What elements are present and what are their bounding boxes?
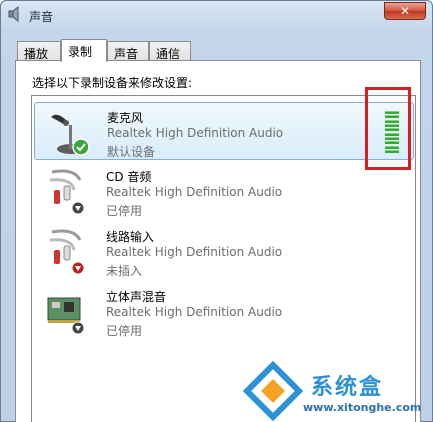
- speaker-icon: [8, 6, 19, 22]
- tab-playback[interactable]: 播放: [17, 41, 61, 61]
- title-bar[interactable]: 声音 ✕: [1, 1, 432, 29]
- close-button[interactable]: ✕: [384, 2, 426, 20]
- device-item-microphone[interactable]: 麦克风 Realtek High Definition Audio 默认设备: [34, 102, 414, 160]
- window-title: 声音: [29, 10, 54, 24]
- device-item-cd-audio[interactable]: CD 音频 Realtek High Definition Audio 已停用: [34, 162, 414, 220]
- device-name: CD 音频: [106, 170, 152, 184]
- device-item-stereo-mix[interactable]: 立体声混音 Realtek High Definition Audio 已停用: [34, 282, 414, 340]
- device-item-line-in[interactable]: 线路输入 Realtek High Definition Audio 未插入: [34, 222, 414, 280]
- level-meter-highlight: [365, 87, 411, 170]
- watermark: 系统盒 www.xitonghe.com: [241, 361, 431, 421]
- watermark-url: www.xitonghe.com: [303, 401, 422, 414]
- device-status: 已停用: [106, 324, 143, 338]
- device-driver: Realtek High Definition Audio: [106, 185, 283, 199]
- device-name: 立体声混音: [106, 290, 167, 304]
- tab-sounds[interactable]: 声音: [107, 41, 149, 61]
- device-status: 已停用: [106, 204, 143, 218]
- microphone-icon: [51, 114, 90, 156]
- audio-cable-icon: [49, 229, 85, 275]
- device-name: 线路输入: [106, 230, 155, 244]
- site-logo-icon: [243, 361, 303, 421]
- tab-recording[interactable]: 录制: [61, 39, 107, 62]
- sound-dialog: 声音 ✕ 播放 录制 声音 通信 选择以下录制设备来修改设置: 麦克风 Real…: [0, 0, 433, 422]
- audio-cable-icon: [49, 169, 85, 215]
- device-status: 默认设备: [107, 145, 156, 159]
- device-name: 麦克风: [107, 111, 144, 125]
- device-driver: Realtek High Definition Audio: [106, 305, 283, 319]
- instructions-label: 选择以下录制设备来修改设置:: [32, 76, 193, 90]
- watermark-name: 系统盒: [311, 375, 384, 400]
- device-driver: Realtek High Definition Audio: [107, 126, 284, 140]
- sound-card-icon: [47, 297, 85, 335]
- device-status: 未插入: [106, 264, 143, 278]
- device-driver: Realtek High Definition Audio: [106, 245, 283, 259]
- default-check-icon: [72, 138, 90, 156]
- tab-communications[interactable]: 通信: [149, 41, 191, 61]
